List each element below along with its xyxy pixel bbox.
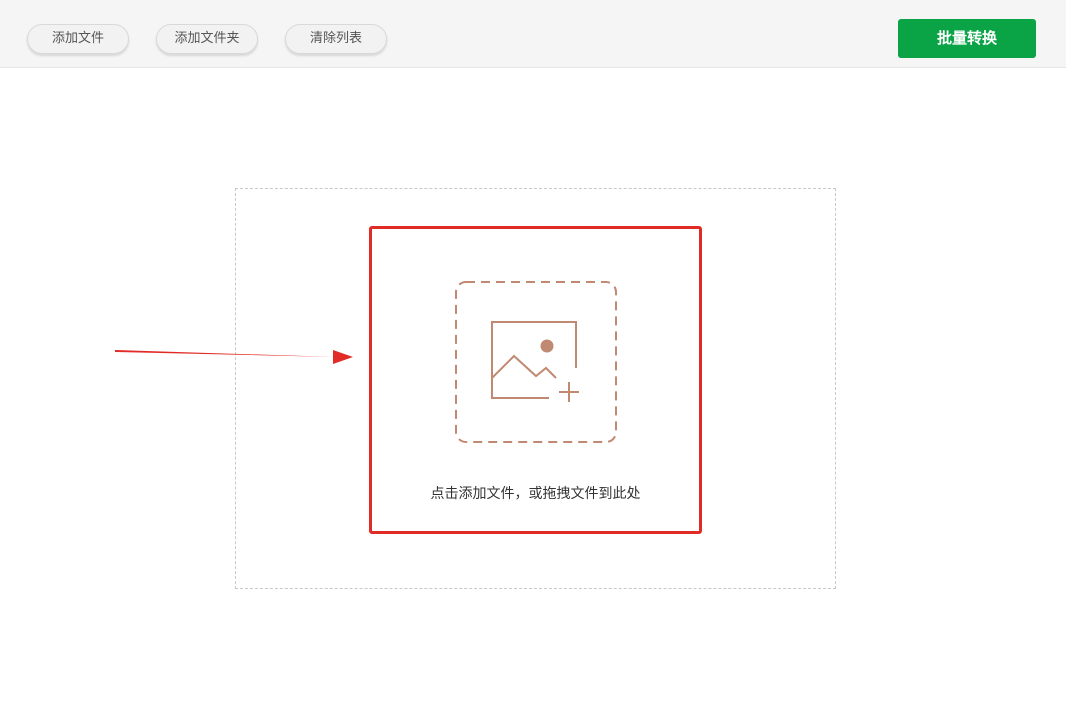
add-file-button[interactable]: 添加文件 — [27, 24, 129, 54]
clear-list-button[interactable]: 清除列表 — [285, 24, 387, 54]
toolbar: 添加文件 添加文件夹 清除列表 批量转换 — [0, 0, 1066, 68]
add-folder-button[interactable]: 添加文件夹 — [156, 24, 258, 54]
batch-convert-button[interactable]: 批量转换 — [898, 19, 1036, 58]
image-add-icon — [455, 281, 617, 443]
drop-hint-text: 点击添加文件，或拖拽文件到此处 — [430, 486, 641, 502]
red-arrow-icon — [115, 350, 353, 364]
